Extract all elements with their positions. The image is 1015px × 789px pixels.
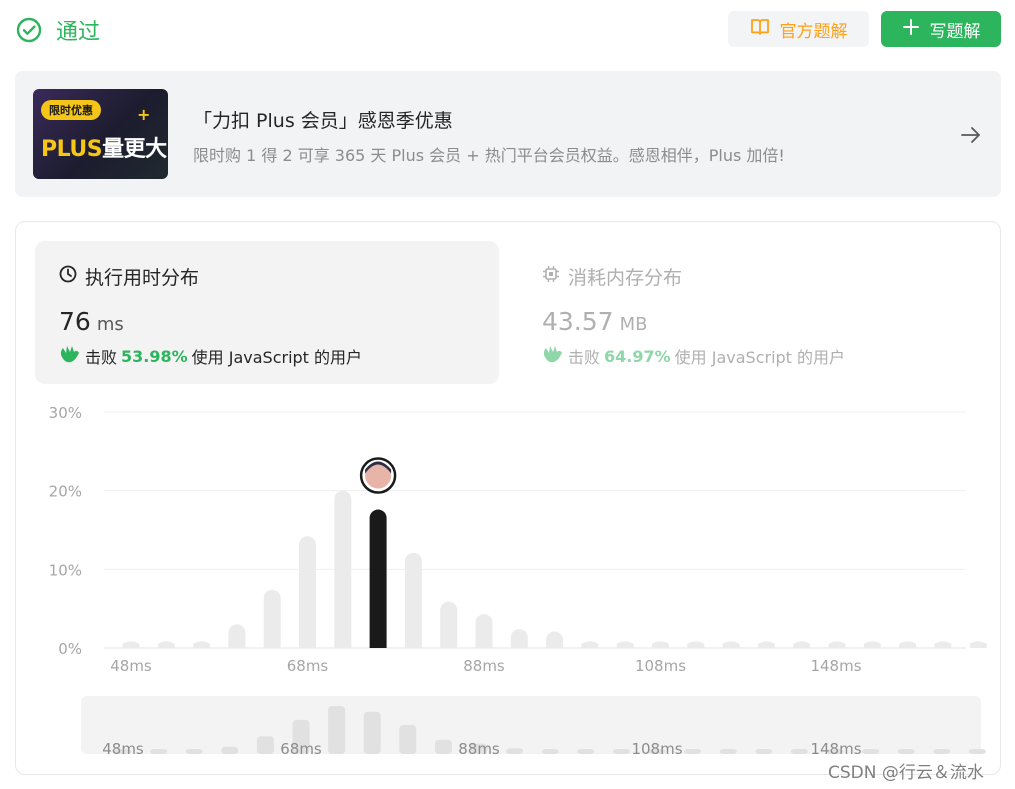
chart-y-ticks: 30% 20% 10% 0%: [49, 404, 82, 658]
bar: [299, 536, 316, 648]
watermark: CSDN @行云＆流水: [828, 763, 984, 783]
overview-bar: [719, 749, 737, 754]
bar: [793, 641, 811, 648]
overview-bar: [755, 749, 773, 754]
bar: [334, 490, 352, 648]
bar: [440, 601, 458, 648]
bar: [687, 641, 705, 648]
bar: [546, 631, 564, 648]
user-avatar-marker: [359, 457, 397, 494]
bar: [863, 641, 881, 648]
overview-tick-label: 68ms: [280, 740, 322, 758]
bar: [228, 624, 246, 648]
bar: [157, 641, 175, 648]
bar: [616, 641, 634, 648]
chart-overview-brush: 48ms 68ms 88ms 108ms 148ms: [81, 696, 986, 758]
overview-bar: [506, 748, 524, 754]
overview-tick-label: 88ms: [458, 740, 500, 758]
overview-bar: [399, 724, 417, 754]
overview-bar: [363, 711, 381, 754]
bar: [757, 641, 775, 648]
bar: [581, 641, 599, 648]
overview-bar: [328, 706, 346, 754]
bar: [510, 629, 528, 648]
chart-gridlines: [104, 411, 966, 649]
bar-highlight: [369, 509, 387, 648]
overview-bar: [577, 749, 595, 754]
overview-tick-label: 108ms: [631, 740, 682, 758]
runtime-distribution-chart: 30% 20% 10% 0% 48ms 68ms 88ms 108ms 148ms 48ms 6…: [49, 404, 987, 758]
overview-bar: [897, 749, 915, 754]
bar: [899, 641, 917, 648]
overview-tick-label: 48ms: [102, 740, 144, 758]
overview-bar: [933, 749, 951, 754]
bar: [652, 641, 669, 648]
bar: [122, 641, 140, 648]
overview-bar: [541, 748, 559, 754]
x-tick-label: 148ms: [810, 657, 861, 675]
x-tick-label: 108ms: [635, 657, 686, 675]
overview-bar: [968, 749, 986, 754]
bar: [193, 641, 211, 648]
x-tick-label: 68ms: [287, 657, 329, 675]
bar: [828, 641, 846, 648]
y-tick-label: 0%: [58, 640, 82, 658]
chart-x-ticks: 48ms 68ms 88ms 108ms 148ms: [110, 657, 861, 675]
bar: [263, 589, 281, 648]
overview-bar: [862, 749, 880, 754]
bar: [722, 641, 740, 648]
overview-bar: [150, 749, 168, 754]
y-tick-label: 10%: [49, 561, 82, 579]
y-tick-label: 20%: [49, 483, 82, 501]
bar: [934, 641, 952, 648]
x-tick-label: 48ms: [110, 657, 152, 675]
bar: [404, 552, 422, 648]
overview-bar: [221, 746, 239, 754]
bar: [475, 614, 493, 648]
overview-bar: [185, 749, 203, 754]
overview-bar: [684, 749, 702, 754]
overview-bar: [612, 749, 630, 754]
overview-bar: [434, 739, 452, 754]
overview-bar: [256, 736, 274, 754]
overview-tick-label: 148ms: [810, 740, 861, 758]
bar: [969, 641, 987, 648]
x-tick-label: 88ms: [463, 657, 505, 675]
overview-bar: [790, 749, 808, 754]
y-tick-label: 30%: [49, 404, 82, 422]
